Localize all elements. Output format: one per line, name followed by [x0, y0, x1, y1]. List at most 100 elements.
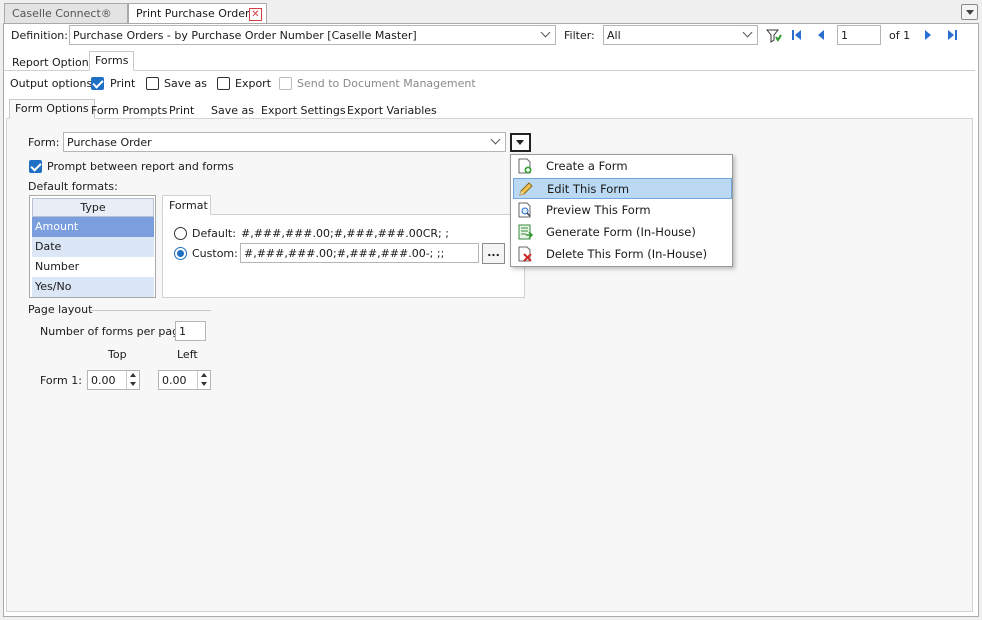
- export-checkbox[interactable]: [217, 77, 230, 90]
- type-row-label: Yes/No: [35, 280, 72, 293]
- form-actions-menu: Create a Form Edit This Form Preview Thi…: [510, 154, 733, 267]
- form-select[interactable]: Purchase Order: [63, 132, 506, 152]
- form-1-top-input[interactable]: 0.00: [87, 370, 140, 390]
- custom-format-input[interactable]: #,###,###.00;#,###,###.00-; ;;: [240, 243, 479, 263]
- tab-print[interactable]: Print: [163, 101, 200, 119]
- spin-buttons[interactable]: [197, 371, 210, 389]
- output-options-label: Output options:: [10, 77, 96, 90]
- generate-icon: [517, 224, 534, 240]
- prompt-between-checkbox[interactable]: [29, 160, 42, 173]
- page-layout-divider: [91, 310, 211, 311]
- send-doc-management-checkbox[interactable]: [279, 77, 292, 90]
- menu-item-label: Generate Form (In-House): [546, 225, 696, 239]
- tab-print-purchase-orders-label: Print Purchase Orders: [136, 7, 256, 20]
- previous-page-icon[interactable]: [818, 30, 826, 41]
- last-page-icon[interactable]: [948, 30, 960, 41]
- definition-select[interactable]: Purchase Orders - by Purchase Order Numb…: [69, 25, 556, 45]
- send-doc-management-label: Send to Document Management: [297, 77, 476, 90]
- tab-print-purchase-orders[interactable]: Print Purchase Orders ✕: [128, 3, 267, 24]
- type-row-label: Amount: [35, 220, 79, 233]
- forms-per-page-label: Number of forms per page:: [40, 325, 190, 338]
- delete-icon: [517, 246, 533, 262]
- tab-report-options[interactable]: Report Options: [6, 53, 100, 71]
- save-as-checkbox[interactable]: [146, 77, 159, 90]
- tab-export-variables[interactable]: Export Variables: [341, 101, 443, 119]
- menu-item-preview-form[interactable]: Preview This Form: [513, 200, 732, 221]
- custom-format-radio[interactable]: [174, 247, 187, 260]
- definition-value: Purchase Orders - by Purchase Order Numb…: [73, 29, 417, 42]
- page-layout-label: Page layout: [28, 303, 93, 316]
- menu-item-create-form[interactable]: Create a Form: [513, 156, 732, 177]
- form-1-label: Form 1:: [40, 374, 82, 387]
- tab-report-options-label: Report Options: [12, 56, 95, 69]
- menu-item-label: Delete This Form (In-House): [546, 247, 708, 261]
- pencil-icon: [518, 181, 534, 197]
- chevron-down-icon: [742, 27, 753, 38]
- type-column-header: Type: [32, 198, 154, 217]
- default-formats-label: Default formats:: [28, 180, 118, 193]
- tab-format[interactable]: Format: [162, 195, 211, 215]
- preview-icon: [517, 202, 533, 218]
- top-column-label: Top: [108, 348, 127, 361]
- type-row[interactable]: Number: [32, 257, 154, 277]
- form-1-left-input[interactable]: 0.00: [158, 370, 211, 390]
- menu-item-edit-form[interactable]: Edit This Form: [513, 178, 732, 199]
- print-checkbox[interactable]: [91, 77, 104, 90]
- tab-caselle-connect[interactable]: Caselle Connect®: [4, 3, 128, 23]
- form-value: Purchase Order: [67, 136, 152, 149]
- filter-label: Filter:: [564, 29, 595, 42]
- default-format-value: #,###,###.00;#,###,###.00CR; ;: [241, 227, 449, 240]
- next-page-icon[interactable]: [925, 30, 933, 41]
- tab-list-button[interactable]: [961, 4, 978, 20]
- type-row[interactable]: Amount: [32, 217, 154, 237]
- type-row-label: Date: [35, 240, 62, 253]
- chevron-down-icon: [516, 140, 524, 145]
- left-column-label: Left: [177, 348, 198, 361]
- form-actions-dropdown-button[interactable]: [510, 133, 531, 152]
- form-options-panel: [6, 118, 973, 612]
- definition-label: Definition:: [11, 29, 68, 42]
- chevron-down-icon: [490, 134, 501, 145]
- tab-print-label: Print: [169, 104, 195, 117]
- tab-save-as-label: Save as: [211, 104, 254, 117]
- menu-item-delete-form[interactable]: Delete This Form (In-House): [513, 244, 732, 265]
- type-row-label: Number: [35, 260, 80, 273]
- form-label: Form:: [28, 136, 60, 149]
- default-format-label: Default:: [192, 227, 236, 240]
- create-form-icon: [517, 158, 533, 174]
- export-option-label: Export: [235, 77, 272, 90]
- type-row[interactable]: Date: [32, 237, 154, 257]
- forms-per-page-input[interactable]: 1: [175, 321, 206, 341]
- spin-buttons[interactable]: [126, 371, 139, 389]
- menu-item-label: Edit This Form: [547, 182, 630, 196]
- filter-icon[interactable]: [765, 28, 782, 44]
- filter-select[interactable]: All: [603, 25, 758, 45]
- close-icon[interactable]: ✕: [249, 8, 262, 21]
- form-1-top-value: 0.00: [91, 374, 116, 387]
- tab-form-prompts-label: Form Prompts: [91, 104, 168, 117]
- tab-form-options[interactable]: Form Options: [9, 99, 95, 119]
- tab-export-settings[interactable]: Export Settings: [255, 101, 352, 119]
- page-number-input[interactable]: 1: [837, 25, 881, 45]
- menu-item-generate-form[interactable]: Generate Form (In-House): [513, 222, 732, 243]
- type-grid: Type Amount Date Number Yes/No: [29, 195, 156, 298]
- form-1-left-value: 0.00: [162, 374, 187, 387]
- page-count: of 1: [889, 29, 911, 42]
- forms-per-page-value: 1: [179, 325, 186, 338]
- prompt-between-label: Prompt between report and forms: [47, 160, 234, 173]
- tab-format-label: Format: [169, 199, 208, 212]
- tab-caselle-connect-label: Caselle Connect®: [12, 7, 112, 20]
- tab-export-settings-label: Export Settings: [261, 104, 346, 117]
- first-page-icon[interactable]: [792, 30, 804, 41]
- tab-export-variables-label: Export Variables: [347, 104, 437, 117]
- tab-forms[interactable]: Forms: [89, 51, 135, 71]
- custom-format-browse-button[interactable]: ...: [482, 243, 505, 264]
- menu-item-label: Create a Form: [546, 159, 628, 173]
- menu-item-label: Preview This Form: [546, 203, 651, 217]
- tab-save-as[interactable]: Save as: [205, 101, 260, 119]
- tab-form-prompts[interactable]: Form Prompts: [85, 101, 173, 119]
- tab-form-options-label: Form Options: [15, 102, 89, 115]
- type-row[interactable]: Yes/No: [32, 277, 154, 297]
- default-format-radio[interactable]: [174, 227, 187, 240]
- custom-format-label: Custom:: [192, 247, 238, 260]
